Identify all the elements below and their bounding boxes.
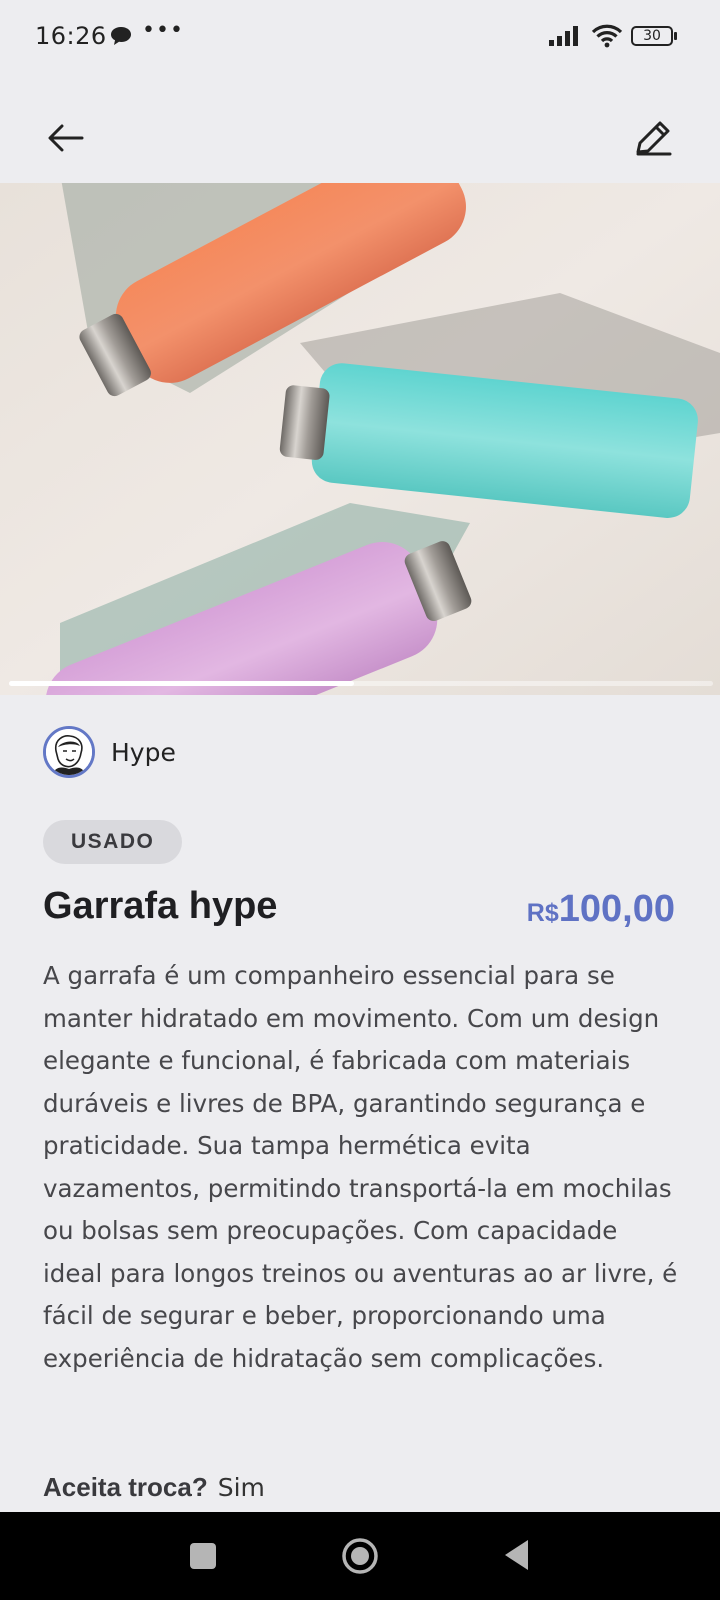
product-description: A garrafa é um companheiro essencial par… xyxy=(43,961,678,1373)
product-price: R$100,00 xyxy=(527,888,675,931)
bottles-photo xyxy=(0,183,720,695)
status-bar: 16:26 ••• 30 xyxy=(0,0,720,72)
carousel-indicator xyxy=(9,681,713,686)
battery-level: 30 xyxy=(643,28,661,44)
accepts-trade-row: Aceita troca? Sim xyxy=(43,1472,265,1503)
accepts-trade-value: Sim xyxy=(217,1473,265,1502)
seller-info[interactable]: Hype xyxy=(43,725,176,779)
avatar-image xyxy=(46,729,92,775)
avatar[interactable] xyxy=(43,726,95,778)
seller-name[interactable]: Hype xyxy=(111,738,176,767)
square-icon[interactable] xyxy=(190,1543,216,1569)
product-title: Garrafa hype xyxy=(43,885,278,927)
product-photo[interactable] xyxy=(0,183,720,695)
edit-button[interactable] xyxy=(630,114,678,162)
wifi-icon xyxy=(591,24,623,52)
condition-badge: USADO xyxy=(43,820,183,864)
back-button[interactable] xyxy=(42,114,90,162)
pencil-icon xyxy=(636,121,672,156)
price-currency: R$ xyxy=(526,899,559,927)
triangle-back-icon[interactable] xyxy=(502,1538,530,1572)
status-time: 16:26 xyxy=(35,22,107,50)
accepts-trade-label: Aceita troca? xyxy=(43,1472,208,1502)
signal-icon xyxy=(548,25,582,51)
price-value: 100,00 xyxy=(558,888,675,930)
chat-bubble-icon xyxy=(110,26,132,50)
carousel-indicator-active xyxy=(9,681,354,686)
arrow-left-icon xyxy=(48,124,84,152)
circle-icon[interactable] xyxy=(341,1537,379,1575)
more-notifications-icon: ••• xyxy=(142,18,184,43)
top-app-bar xyxy=(0,100,720,180)
